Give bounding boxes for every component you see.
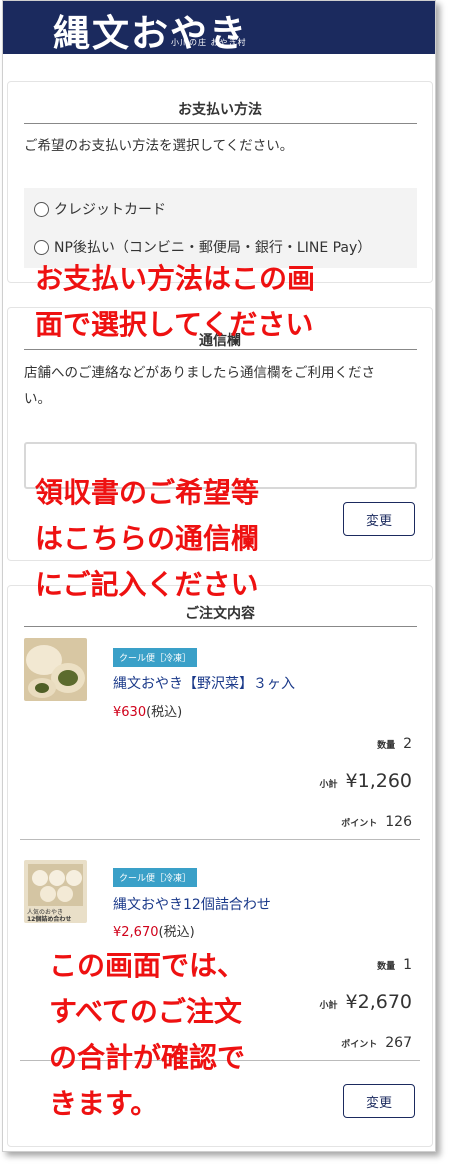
logo-subtitle: 小川の庄 おやき村 [171,38,247,47]
product-price: ¥630(税込) [113,701,182,720]
payment-option-credit-card[interactable]: クレジットカード [34,199,166,219]
divider [24,349,417,350]
subtotal-value: ¥2,670 [345,991,412,1013]
subtotal-row: 小計 ¥2,670 [320,991,413,1013]
point-value: 267 [385,1035,412,1051]
product-price: ¥2,670(税込) [113,921,195,940]
subtotal-label: 小計 [319,1001,338,1011]
payment-method-section: お支払い方法 ご希望のお支払い方法を選択してください。 クレジットカード NP後… [7,81,433,283]
divider [24,626,417,627]
message-description-line1: 店舗へのご連絡などがありましたら通信欄をご利用くださ [24,365,375,381]
item-divider [20,839,420,840]
order-change-button[interactable]: 変更 [343,1084,415,1118]
annotation-message-line1: 領収書のご希望等 [35,476,260,509]
annotation-payment-line2: 面で選択してください [35,308,314,341]
subtotal-value: ¥1,260 [345,770,412,792]
quantity-value: 1 [403,957,412,973]
message-change-button[interactable]: 変更 [343,502,415,536]
product-thumbnail-2[interactable]: 人気のおやき 12個詰め合わせ [24,860,87,923]
cool-delivery-badge: クール便［冷凍］ [113,648,198,667]
payment-option-label: NP後払い（コンビニ・郵便局・銀行・LINE Pay） [54,240,372,256]
message-description-line2: い。 [24,391,51,407]
payment-option-label: クレジットカード [54,202,166,218]
product-name-link[interactable]: 縄文おやき12個詰合わせ [113,894,271,914]
payment-option-np-atobarai[interactable]: NP後払い（コンビニ・郵便局・銀行・LINE Pay） [34,237,371,257]
thumbnail-caption-1: 人気のおやき [27,908,63,916]
radio-button-icon[interactable] [34,201,49,217]
annotation-message-line3: にご記入ください [35,568,259,601]
quantity-row: 数量 2 [377,736,412,752]
radio-button-icon[interactable] [34,239,49,255]
cool-delivery-badge: クール便［冷凍］ [113,868,198,887]
quantity-value: 2 [403,736,412,752]
price-value: ¥630 [113,705,147,720]
annotation-order-line4: きます。 [49,1087,159,1120]
tax-label: (税込) [146,705,183,720]
annotation-message-line2: はこちらの通信欄 [35,522,260,555]
point-label: ポイント [341,1040,378,1050]
point-value: 126 [385,814,412,830]
point-row: ポイント 267 [341,1035,412,1051]
annotation-order-line1: この画面では、 [49,949,246,982]
annotation-order-line2: すべてのご注文 [49,995,242,1028]
subtotal-row: 小計 ¥1,260 [320,770,413,792]
tax-label: (税込) [158,925,195,940]
product-thumbnail-1[interactable] [24,638,87,701]
product-name-link[interactable]: 縄文おやき【野沢菜】３ヶ入 [113,673,295,693]
quantity-row: 数量 1 [377,957,412,973]
quantity-label: 数量 [377,741,396,751]
divider [24,123,417,124]
quantity-label: 数量 [377,962,396,972]
payment-options-box: クレジットカード NP後払い（コンビニ・郵便局・銀行・LINE Pay） [24,188,417,268]
annotation-order-line3: の合計が確認で [49,1041,246,1074]
payment-method-title: お支払い方法 [178,102,262,118]
point-row: ポイント 126 [341,814,412,830]
thumbnail-caption-2: 12個詰め合わせ [27,915,71,923]
site-header: 縄文おやき 小川の庄 おやき村 [3,1,435,57]
annotation-payment-line1: お支払い方法はこの画 [35,262,316,295]
price-value: ¥2,670 [113,925,159,940]
payment-method-description: ご希望のお支払い方法を選択してください。 [24,138,294,154]
screenshot-frame: 縄文おやき 小川の庄 おやき村 お支払い方法 ご希望のお支払い方法を選択してくだ… [2,0,436,1152]
subtotal-label: 小計 [319,780,338,790]
point-label: ポイント [341,819,378,829]
site-logo[interactable]: 縄文おやき [53,3,248,57]
